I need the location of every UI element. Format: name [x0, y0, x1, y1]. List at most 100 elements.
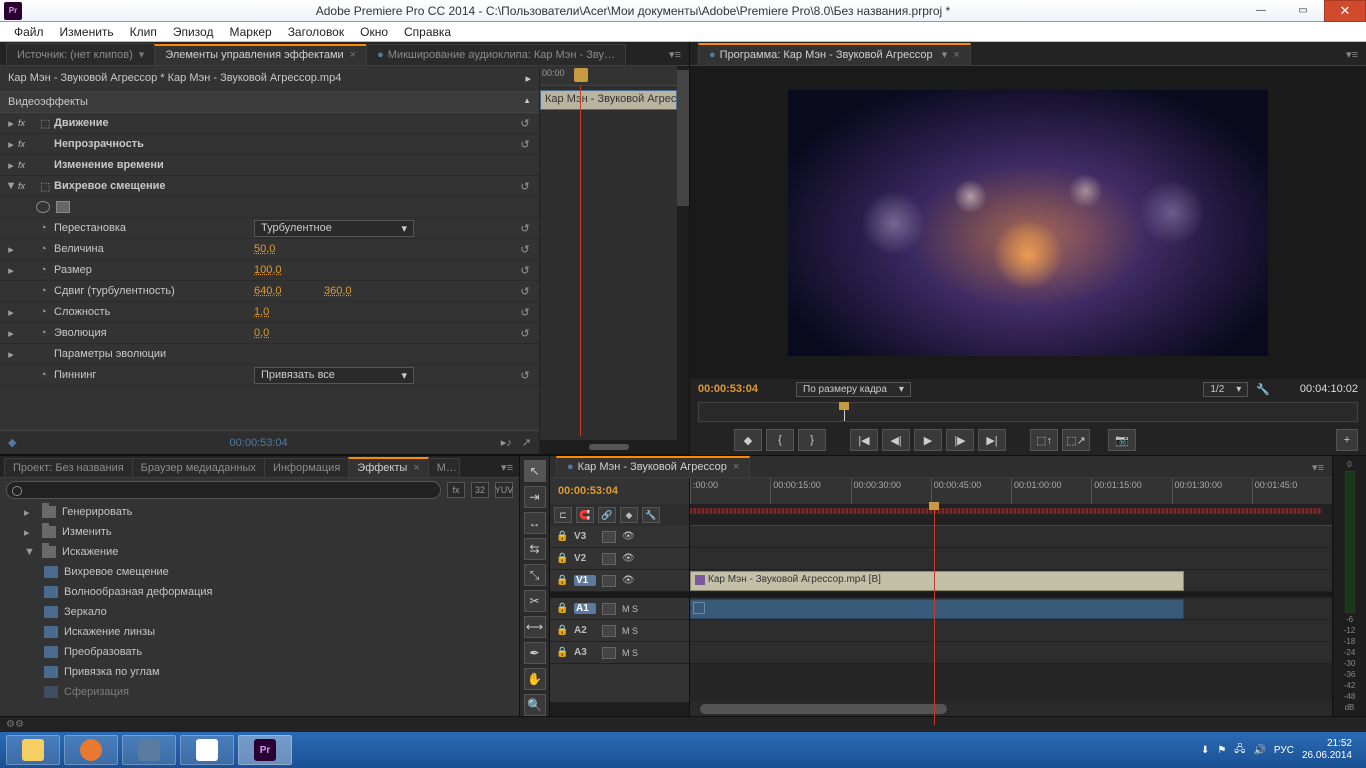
timeline-zoom-slider[interactable]	[550, 702, 690, 716]
toggle-output-icon[interactable]	[602, 531, 616, 543]
lock-icon[interactable]: 🔒	[556, 531, 568, 542]
taskbar-explorer[interactable]	[6, 735, 60, 765]
track-a1-header[interactable]: 🔒A1M S	[550, 598, 689, 620]
twirl-icon[interactable]: ▸	[4, 327, 18, 340]
taskbar-notepad[interactable]	[180, 735, 234, 765]
video-clip[interactable]: Кар Мэн - Звуковой Агрессор.mp4 [В]	[690, 571, 1184, 591]
mask-ellipse-icon[interactable]	[36, 201, 50, 213]
mute-solo[interactable]: M S	[622, 604, 638, 614]
mask-rect-icon[interactable]	[56, 201, 70, 213]
effect-time-remap[interactable]: Изменение времени	[54, 159, 254, 171]
zoom-fit-dropdown[interactable]: По размеру кадра▾	[796, 382, 911, 397]
in-point-button[interactable]: {	[766, 429, 794, 451]
tray-flag-icon[interactable]: ⚑	[1217, 745, 1226, 756]
toggle-output-icon[interactable]	[602, 553, 616, 565]
hand-tool[interactable]: ✋	[524, 668, 546, 690]
track-v1-header[interactable]: 🔒V1👁	[550, 570, 689, 592]
audio-clip[interactable]	[690, 599, 1184, 619]
reset-button[interactable]: ↺	[515, 180, 535, 193]
effect-item[interactable]: Сферизация	[0, 682, 519, 702]
twirl-icon[interactable]: ▸	[4, 159, 18, 172]
tab-program[interactable]: ●Программа: Кар Мэн - Звуковой Агрессор …	[698, 43, 971, 65]
tab-effects[interactable]: Эффекты×	[348, 457, 428, 477]
eye-icon[interactable]: 👁	[622, 575, 635, 586]
settings-icon[interactable]: ⚙⚙	[6, 719, 24, 730]
panel-menu-icon[interactable]: ▾≡	[1304, 458, 1332, 477]
playhead-marker-icon[interactable]	[574, 68, 588, 82]
reset-button[interactable]: ↺	[515, 138, 535, 151]
lock-icon[interactable]: 🔒	[556, 603, 568, 614]
track-select-tool[interactable]: ⇥	[524, 486, 546, 508]
effect-item-twirl[interactable]: Вихревое смещение	[0, 562, 519, 582]
lock-icon[interactable]: 🔒	[556, 647, 568, 658]
stopwatch-icon[interactable]: ◔	[40, 285, 54, 297]
menu-sequence[interactable]: Эпизод	[165, 25, 222, 39]
offset-x-value[interactable]: 640,0	[254, 285, 324, 297]
tray-language[interactable]: РУС	[1274, 745, 1294, 756]
mini-hscroll[interactable]	[540, 440, 677, 454]
panel-menu-icon[interactable]: ▾≡	[1338, 44, 1366, 65]
twirl-icon[interactable]: ▸	[4, 138, 18, 151]
offset-y-value[interactable]: 360,0	[324, 285, 394, 297]
menu-clip[interactable]: Клип	[122, 25, 165, 39]
stopwatch-icon[interactable]: ◔	[40, 327, 54, 339]
effect-vscroll[interactable]	[677, 66, 689, 454]
tab-markers[interactable]: М »	[428, 458, 460, 477]
track-v3-header[interactable]: 🔒V3👁	[550, 526, 689, 548]
tab-source[interactable]: Источник: (нет клипов)▾	[6, 43, 155, 65]
taskbar-image-viewer[interactable]	[122, 735, 176, 765]
tab-audio-mixer[interactable]: ●Микширование аудиоклипа: Кар Мэн - Звук…	[366, 44, 626, 65]
tray-network-icon[interactable]: 🖧	[1234, 742, 1245, 759]
pinning-dropdown[interactable]: Привязать все▾	[254, 367, 414, 384]
reset-button[interactable]: ↺	[515, 117, 535, 130]
toggle-output-icon[interactable]	[602, 575, 616, 587]
stopwatch-icon[interactable]: ◔	[40, 264, 54, 276]
effects-search-input[interactable]	[6, 481, 441, 499]
program-timecode-current[interactable]: 00:00:53:04	[698, 383, 788, 395]
twirl-icon[interactable]: ▸	[4, 306, 18, 319]
program-viewport[interactable]	[690, 66, 1366, 379]
32bit-filter-icon[interactable]: 32	[471, 482, 489, 498]
selection-tool[interactable]: ↖	[524, 460, 546, 482]
timeline-timecode[interactable]: 00:00:53:04	[558, 485, 618, 497]
reset-button[interactable]: ↺	[515, 285, 535, 298]
lock-icon[interactable]: 🔒	[556, 625, 568, 636]
pen-tool[interactable]: ✒	[524, 642, 546, 664]
effect-opacity[interactable]: Непрозрачность	[54, 138, 254, 150]
nest-icon[interactable]: ⊏	[554, 507, 572, 523]
effect-timecode[interactable]: 00:00:53:04	[230, 437, 288, 449]
reset-button[interactable]: ↺	[515, 222, 535, 235]
yuv-filter-icon[interactable]: YUV	[495, 482, 513, 498]
tab-media-browser[interactable]: Браузер медиаданных	[132, 458, 265, 477]
eye-icon[interactable]: 👁	[622, 531, 635, 542]
play-button[interactable]: ▶	[914, 429, 942, 451]
razor-tool[interactable]: ✂	[524, 590, 546, 612]
menu-edit[interactable]: Изменить	[52, 25, 122, 39]
close-button[interactable]: ✕	[1324, 0, 1366, 22]
effect-item[interactable]: Волнообразная деформация	[0, 582, 519, 602]
permutation-dropdown[interactable]: Турбулентное▾	[254, 220, 414, 237]
track-v2-header[interactable]: 🔒V2👁	[550, 548, 689, 570]
timeline-ruler[interactable]: :00:00 00:00:15:00 00:00:30:00 00:00:45:…	[690, 478, 1332, 504]
tab-info[interactable]: Информация	[264, 458, 349, 477]
add-button[interactable]: +	[1336, 429, 1358, 451]
collapse-icon[interactable]: ▲	[523, 96, 531, 108]
complexity-value[interactable]: 1,0	[254, 306, 324, 318]
slip-tool[interactable]: ⟷	[524, 616, 546, 638]
tree-folder[interactable]: ▼Искажение	[0, 542, 519, 562]
marker-icon[interactable]: ◆	[620, 507, 638, 523]
lift-button[interactable]: ⬚↑	[1030, 429, 1058, 451]
effect-motion[interactable]: Движение	[54, 117, 254, 129]
param-evo-options[interactable]: Параметры эволюции	[54, 348, 254, 360]
track-a2-header[interactable]: 🔒A2M S	[550, 620, 689, 642]
effect-twirl[interactable]: Вихревое смещение	[54, 180, 254, 192]
size-value[interactable]: 100,0	[254, 264, 324, 276]
twirl-icon[interactable]: ▸	[4, 348, 18, 361]
playhead-line[interactable]	[580, 86, 581, 436]
toggle-output-icon[interactable]	[602, 603, 616, 615]
reset-button[interactable]: ↺	[515, 327, 535, 340]
fx-filter-icon[interactable]: fx	[447, 482, 465, 498]
go-to-in-button[interactable]: |◀	[850, 429, 878, 451]
keyframe-nav-icon[interactable]: ◆	[8, 436, 16, 449]
tab-effect-controls[interactable]: Элементы управления эффектами×	[154, 44, 367, 65]
